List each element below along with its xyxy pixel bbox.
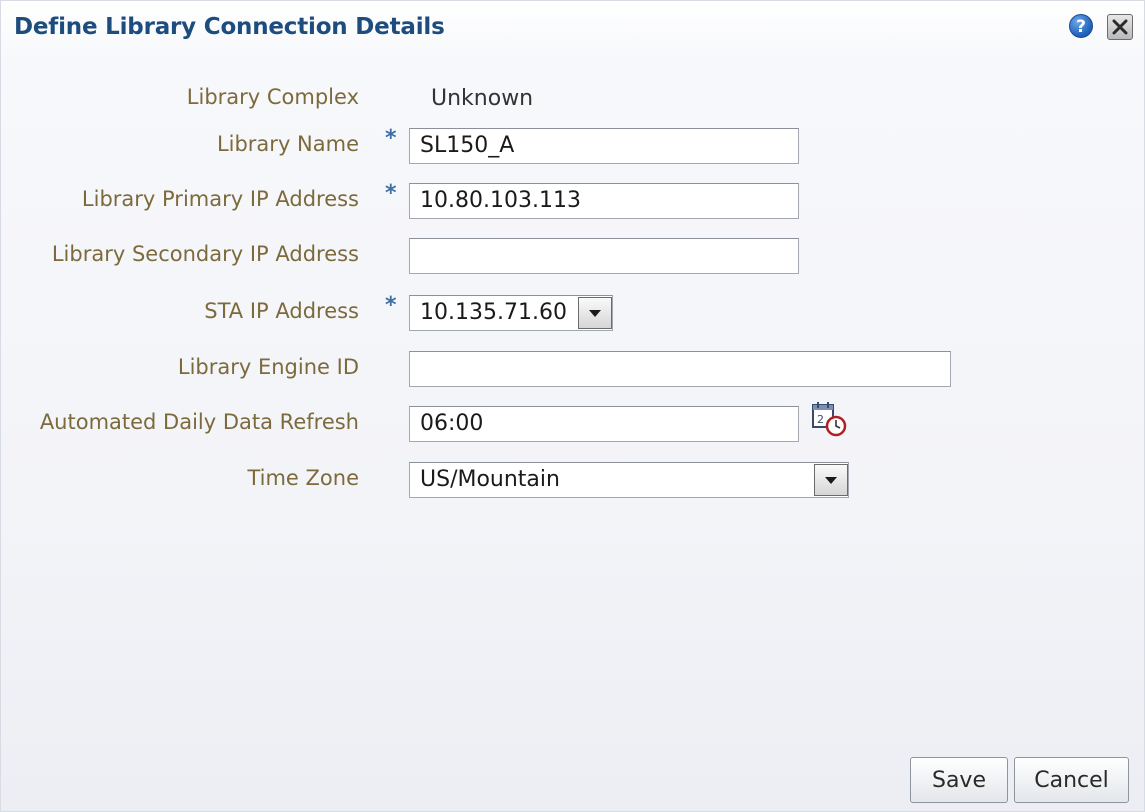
daily-refresh-input[interactable]: 06:00 xyxy=(409,406,799,442)
dialog: Define Library Connection Details ? Libr… xyxy=(0,0,1145,812)
close-button[interactable] xyxy=(1107,14,1133,40)
sta-ip-dropdown-button[interactable] xyxy=(578,297,612,329)
close-icon xyxy=(1112,19,1128,35)
time-zone-value: US/Mountain xyxy=(420,467,560,492)
cancel-button[interactable]: Cancel xyxy=(1014,757,1129,803)
row-sta-ip: STA IP Address * 10.135.71.60 xyxy=(1,291,1145,331)
secondary-ip-input[interactable] xyxy=(409,238,799,274)
time-zone-label: Time Zone xyxy=(247,466,359,490)
svg-text:2: 2 xyxy=(817,413,824,426)
row-primary-ip: Library Primary IP Address * 10.80.103.1… xyxy=(1,179,1145,219)
primary-ip-input[interactable]: 10.80.103.113 xyxy=(409,183,799,219)
engine-id-label: Library Engine ID xyxy=(177,355,359,379)
sta-ip-label: STA IP Address xyxy=(204,299,359,323)
time-zone-dropdown-button[interactable] xyxy=(814,464,848,496)
help-icon[interactable]: ? xyxy=(1069,14,1093,38)
engine-id-input[interactable] xyxy=(409,351,951,387)
chevron-down-icon xyxy=(825,477,837,484)
dialog-title: Define Library Connection Details xyxy=(14,14,445,40)
daily-refresh-label: Automated Daily Data Refresh xyxy=(39,410,359,434)
library-name-input[interactable]: SL150_A xyxy=(409,128,799,164)
save-button[interactable]: Save xyxy=(910,757,1008,803)
chevron-down-icon xyxy=(589,310,601,317)
row-library-complex: Library Complex Unknown xyxy=(1,77,1145,117)
library-complex-label: Library Complex xyxy=(186,85,359,109)
row-secondary-ip: Library Secondary IP Address xyxy=(1,234,1145,274)
library-name-label: Library Name xyxy=(216,132,359,156)
required-indicator: * xyxy=(385,293,397,318)
row-daily-refresh: Automated Daily Data Refresh 06:00 2 xyxy=(1,402,1145,442)
sta-ip-value: 10.135.71.60 xyxy=(420,300,567,325)
row-library-name: Library Name * SL150_A xyxy=(1,124,1145,164)
row-time-zone: Time Zone US/Mountain xyxy=(1,458,1145,498)
sta-ip-select[interactable]: 10.135.71.60 xyxy=(409,295,613,331)
primary-ip-label: Library Primary IP Address xyxy=(81,187,359,211)
library-complex-value: Unknown xyxy=(431,86,534,111)
time-zone-select[interactable]: US/Mountain xyxy=(409,462,849,498)
secondary-ip-label: Library Secondary IP Address xyxy=(51,242,359,266)
required-indicator: * xyxy=(385,181,397,206)
time-picker-icon[interactable]: 2 xyxy=(811,402,849,438)
required-indicator: * xyxy=(385,126,397,151)
row-engine-id: Library Engine ID xyxy=(1,347,1145,387)
